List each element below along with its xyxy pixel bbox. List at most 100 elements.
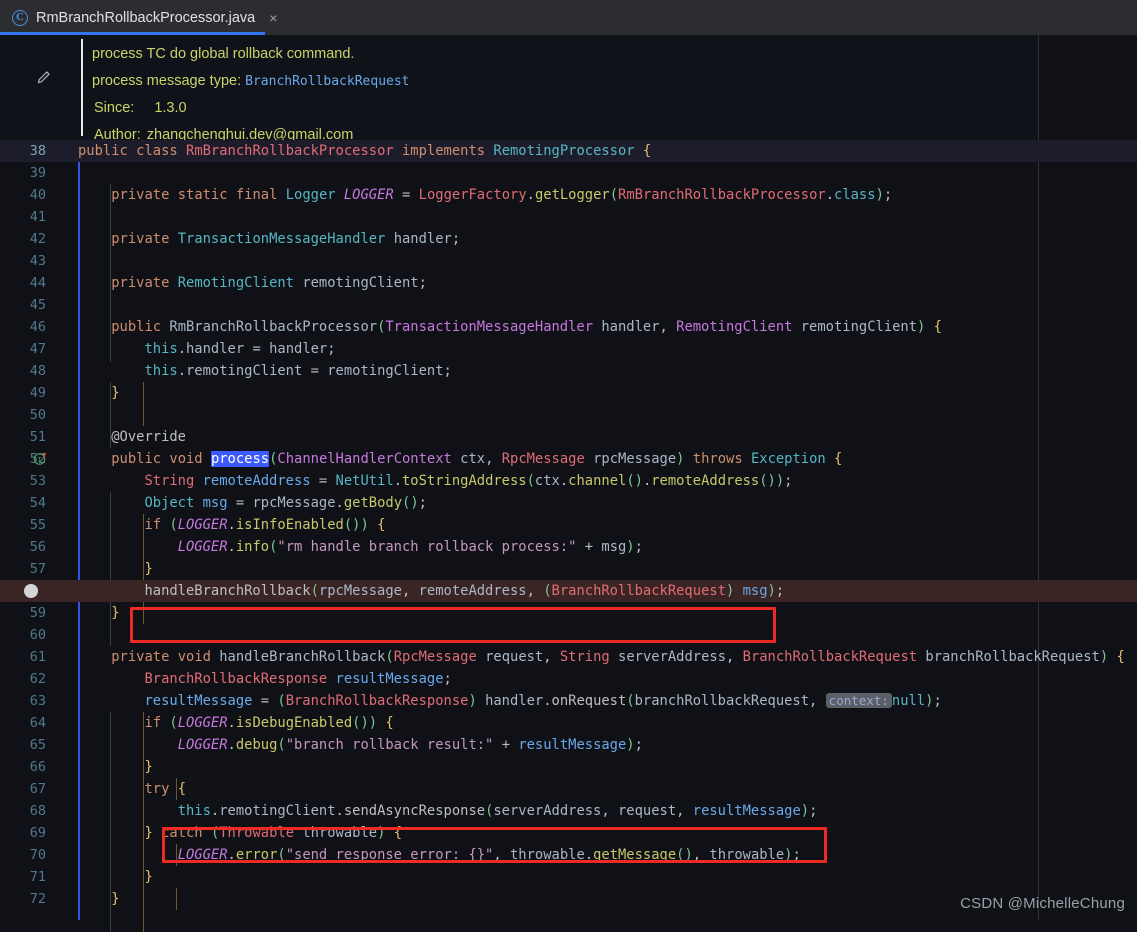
code-line-49[interactable]: 49 } — [0, 382, 1137, 404]
pencil-edit-icon[interactable] — [35, 68, 53, 86]
code-text[interactable]: } — [78, 558, 152, 580]
code-text[interactable]: String remoteAddress = NetUtil.toStringA… — [78, 470, 792, 492]
code-line-43[interactable]: 43 — [0, 250, 1137, 272]
code-text[interactable]: public void process(ChannelHandlerContex… — [78, 448, 842, 470]
line-number: 68 — [29, 803, 46, 819]
code-text[interactable]: this.handler = handler; — [78, 338, 335, 360]
code-text[interactable]: resultMessage = (BranchRollbackResponse)… — [78, 690, 942, 712]
line-number: 41 — [29, 209, 46, 225]
code-text[interactable]: LOGGER.info("rm handle branch rollback p… — [78, 536, 643, 558]
code-text[interactable]: LOGGER.error("send response error: {}", … — [78, 844, 801, 866]
code-line-67[interactable]: 67 try { — [0, 778, 1137, 800]
code-line-56[interactable]: 56 LOGGER.info("rm handle branch rollbac… — [0, 536, 1137, 558]
javadoc-message-type-value: BranchRollbackRequest — [245, 74, 410, 89]
code-text[interactable]: private RemotingClient remotingClient; — [78, 272, 427, 294]
line-number: 40 — [29, 187, 46, 203]
code-line-51[interactable]: 51 @Override — [0, 426, 1137, 448]
code-text[interactable]: if (LOGGER.isInfoEnabled()) { — [78, 514, 385, 536]
inlay-hint-context: context: — [825, 693, 892, 708]
code-line-63[interactable]: 63 resultMessage = (BranchRollbackRespon… — [0, 690, 1137, 712]
javadoc-content: process TC do global rollback command. p… — [92, 41, 992, 149]
code-line-60[interactable]: 60 — [0, 624, 1137, 646]
code-text[interactable]: handleBranchRollback(rpcMessage, remoteA… — [78, 580, 784, 602]
code-line-61[interactable]: 61 private void handleBranchRollback(Rpc… — [0, 646, 1137, 668]
code-line-41[interactable]: 41 — [0, 206, 1137, 228]
code-line-68[interactable]: 68 this.remotingClient.sendAsyncResponse… — [0, 800, 1137, 822]
code-line-71[interactable]: 71 } — [0, 866, 1137, 888]
javadoc-since-value: 1.3.0 — [154, 100, 187, 116]
code-line-45[interactable]: 45 — [0, 294, 1137, 316]
code-editor[interactable]: process TC do global rollback command. p… — [0, 35, 1137, 932]
code-text[interactable]: private void handleBranchRollback(RpcMes… — [78, 646, 1125, 668]
tab-rmbranchrollbackprocessor[interactable]: C RmBranchRollbackProcessor.java × — [0, 0, 288, 35]
code-text[interactable]: } — [78, 756, 152, 778]
code-text[interactable]: if (LOGGER.isDebugEnabled()) { — [78, 712, 393, 734]
code-line-40[interactable]: 40 private static final Logger LOGGER = … — [0, 184, 1137, 206]
code-text[interactable]: } — [78, 866, 152, 888]
line-number: 47 — [29, 341, 46, 357]
java-class-icon: C — [12, 9, 28, 26]
line-number: 53 — [29, 473, 46, 489]
line-number: 46 — [29, 319, 46, 335]
line-number: 72 — [29, 891, 46, 907]
line-number: 42 — [29, 231, 46, 247]
line-number: 55 — [29, 517, 46, 533]
line-number: 44 — [29, 275, 46, 291]
code-line-55[interactable]: 55 if (LOGGER.isInfoEnabled()) { — [0, 514, 1137, 536]
code-line-54[interactable]: 54 Object msg = rpcMessage.getBody(); — [0, 492, 1137, 514]
code-line-53[interactable]: 53 String remoteAddress = NetUtil.toStri… — [0, 470, 1137, 492]
code-text[interactable]: BranchRollbackResponse resultMessage; — [78, 668, 451, 690]
code-text[interactable]: } — [78, 602, 119, 624]
code-text[interactable]: } — [78, 888, 119, 910]
line-number: 50 — [29, 407, 46, 423]
javadoc-rendered-block: process TC do global rollback command. p… — [0, 35, 1038, 143]
code-line-50[interactable]: 50 — [0, 404, 1137, 426]
code-line-52[interactable]: 52 I public void process(ChannelHandlerC… — [0, 448, 1137, 470]
code-text[interactable]: private TransactionMessageHandler handle… — [78, 228, 460, 250]
line-number: 54 — [29, 495, 46, 511]
line-number: 43 — [29, 253, 46, 269]
code-line-48[interactable]: 48 this.remotingClient = remotingClient; — [0, 360, 1137, 382]
code-line-58[interactable]: handleBranchRollback(rpcMessage, remoteA… — [0, 580, 1137, 602]
code-line-44[interactable]: 44 private RemotingClient remotingClient… — [0, 272, 1137, 294]
code-line-39[interactable]: 39 — [0, 162, 1137, 184]
editor-tab-bar: C RmBranchRollbackProcessor.java × — [0, 0, 1137, 35]
code-text[interactable]: this.remotingClient = remotingClient; — [78, 360, 451, 382]
code-line-66[interactable]: 66 } — [0, 756, 1137, 778]
code-line-69[interactable]: 69 } catch (Throwable throwable) { — [0, 822, 1137, 844]
breakpoint-icon[interactable] — [24, 584, 38, 598]
code-text[interactable]: Object msg = rpcMessage.getBody(); — [78, 492, 427, 514]
line-number: 67 — [29, 781, 46, 797]
code-line-38[interactable]: 38 public class RmBranchRollbackProcesso… — [0, 140, 1137, 162]
code-line-46[interactable]: 46 public RmBranchRollbackProcessor(Tran… — [0, 316, 1137, 338]
code-text[interactable]: public RmBranchRollbackProcessor(Transac… — [78, 316, 942, 338]
implementing-method-icon[interactable]: I — [33, 451, 48, 466]
code-text[interactable]: } — [78, 382, 119, 404]
line-number: 66 — [29, 759, 46, 775]
line-number: 49 — [29, 385, 46, 401]
line-number: 61 — [29, 649, 46, 665]
code-text[interactable]: @Override — [78, 426, 186, 448]
code-text[interactable]: LOGGER.debug("branch rollback result:" +… — [78, 734, 643, 756]
code-line-62[interactable]: 62 BranchRollbackResponse resultMessage; — [0, 668, 1137, 690]
code-text[interactable]: this.remotingClient.sendAsyncResponse(se… — [78, 800, 818, 822]
code-text[interactable]: public class RmBranchRollbackProcessor i… — [78, 140, 651, 162]
code-line-47[interactable]: 47 this.handler = handler; — [0, 338, 1137, 360]
code-line-59[interactable]: 59 } — [0, 602, 1137, 624]
close-icon[interactable]: × — [269, 11, 277, 25]
code-line-64[interactable]: 64 if (LOGGER.isDebugEnabled()) { — [0, 712, 1137, 734]
code-text[interactable]: } catch (Throwable throwable) { — [78, 822, 402, 844]
line-number: 69 — [29, 825, 46, 841]
line-number: 71 — [29, 869, 46, 885]
line-number: 60 — [29, 627, 46, 643]
svg-text:I: I — [37, 457, 41, 465]
code-line-65[interactable]: 65 LOGGER.debug("branch rollback result:… — [0, 734, 1137, 756]
code-lines[interactable]: 38 public class RmBranchRollbackProcesso… — [0, 140, 1137, 910]
highlighted-symbol[interactable]: process — [210, 451, 270, 467]
code-line-70[interactable]: 70 LOGGER.error("send response error: {}… — [0, 844, 1137, 866]
code-text[interactable]: try { — [78, 778, 186, 800]
code-text[interactable]: private static final Logger LOGGER = Log… — [78, 184, 892, 206]
code-line-42[interactable]: 42 private TransactionMessageHandler han… — [0, 228, 1137, 250]
code-line-57[interactable]: 57 } — [0, 558, 1137, 580]
line-number: 70 — [29, 847, 46, 863]
